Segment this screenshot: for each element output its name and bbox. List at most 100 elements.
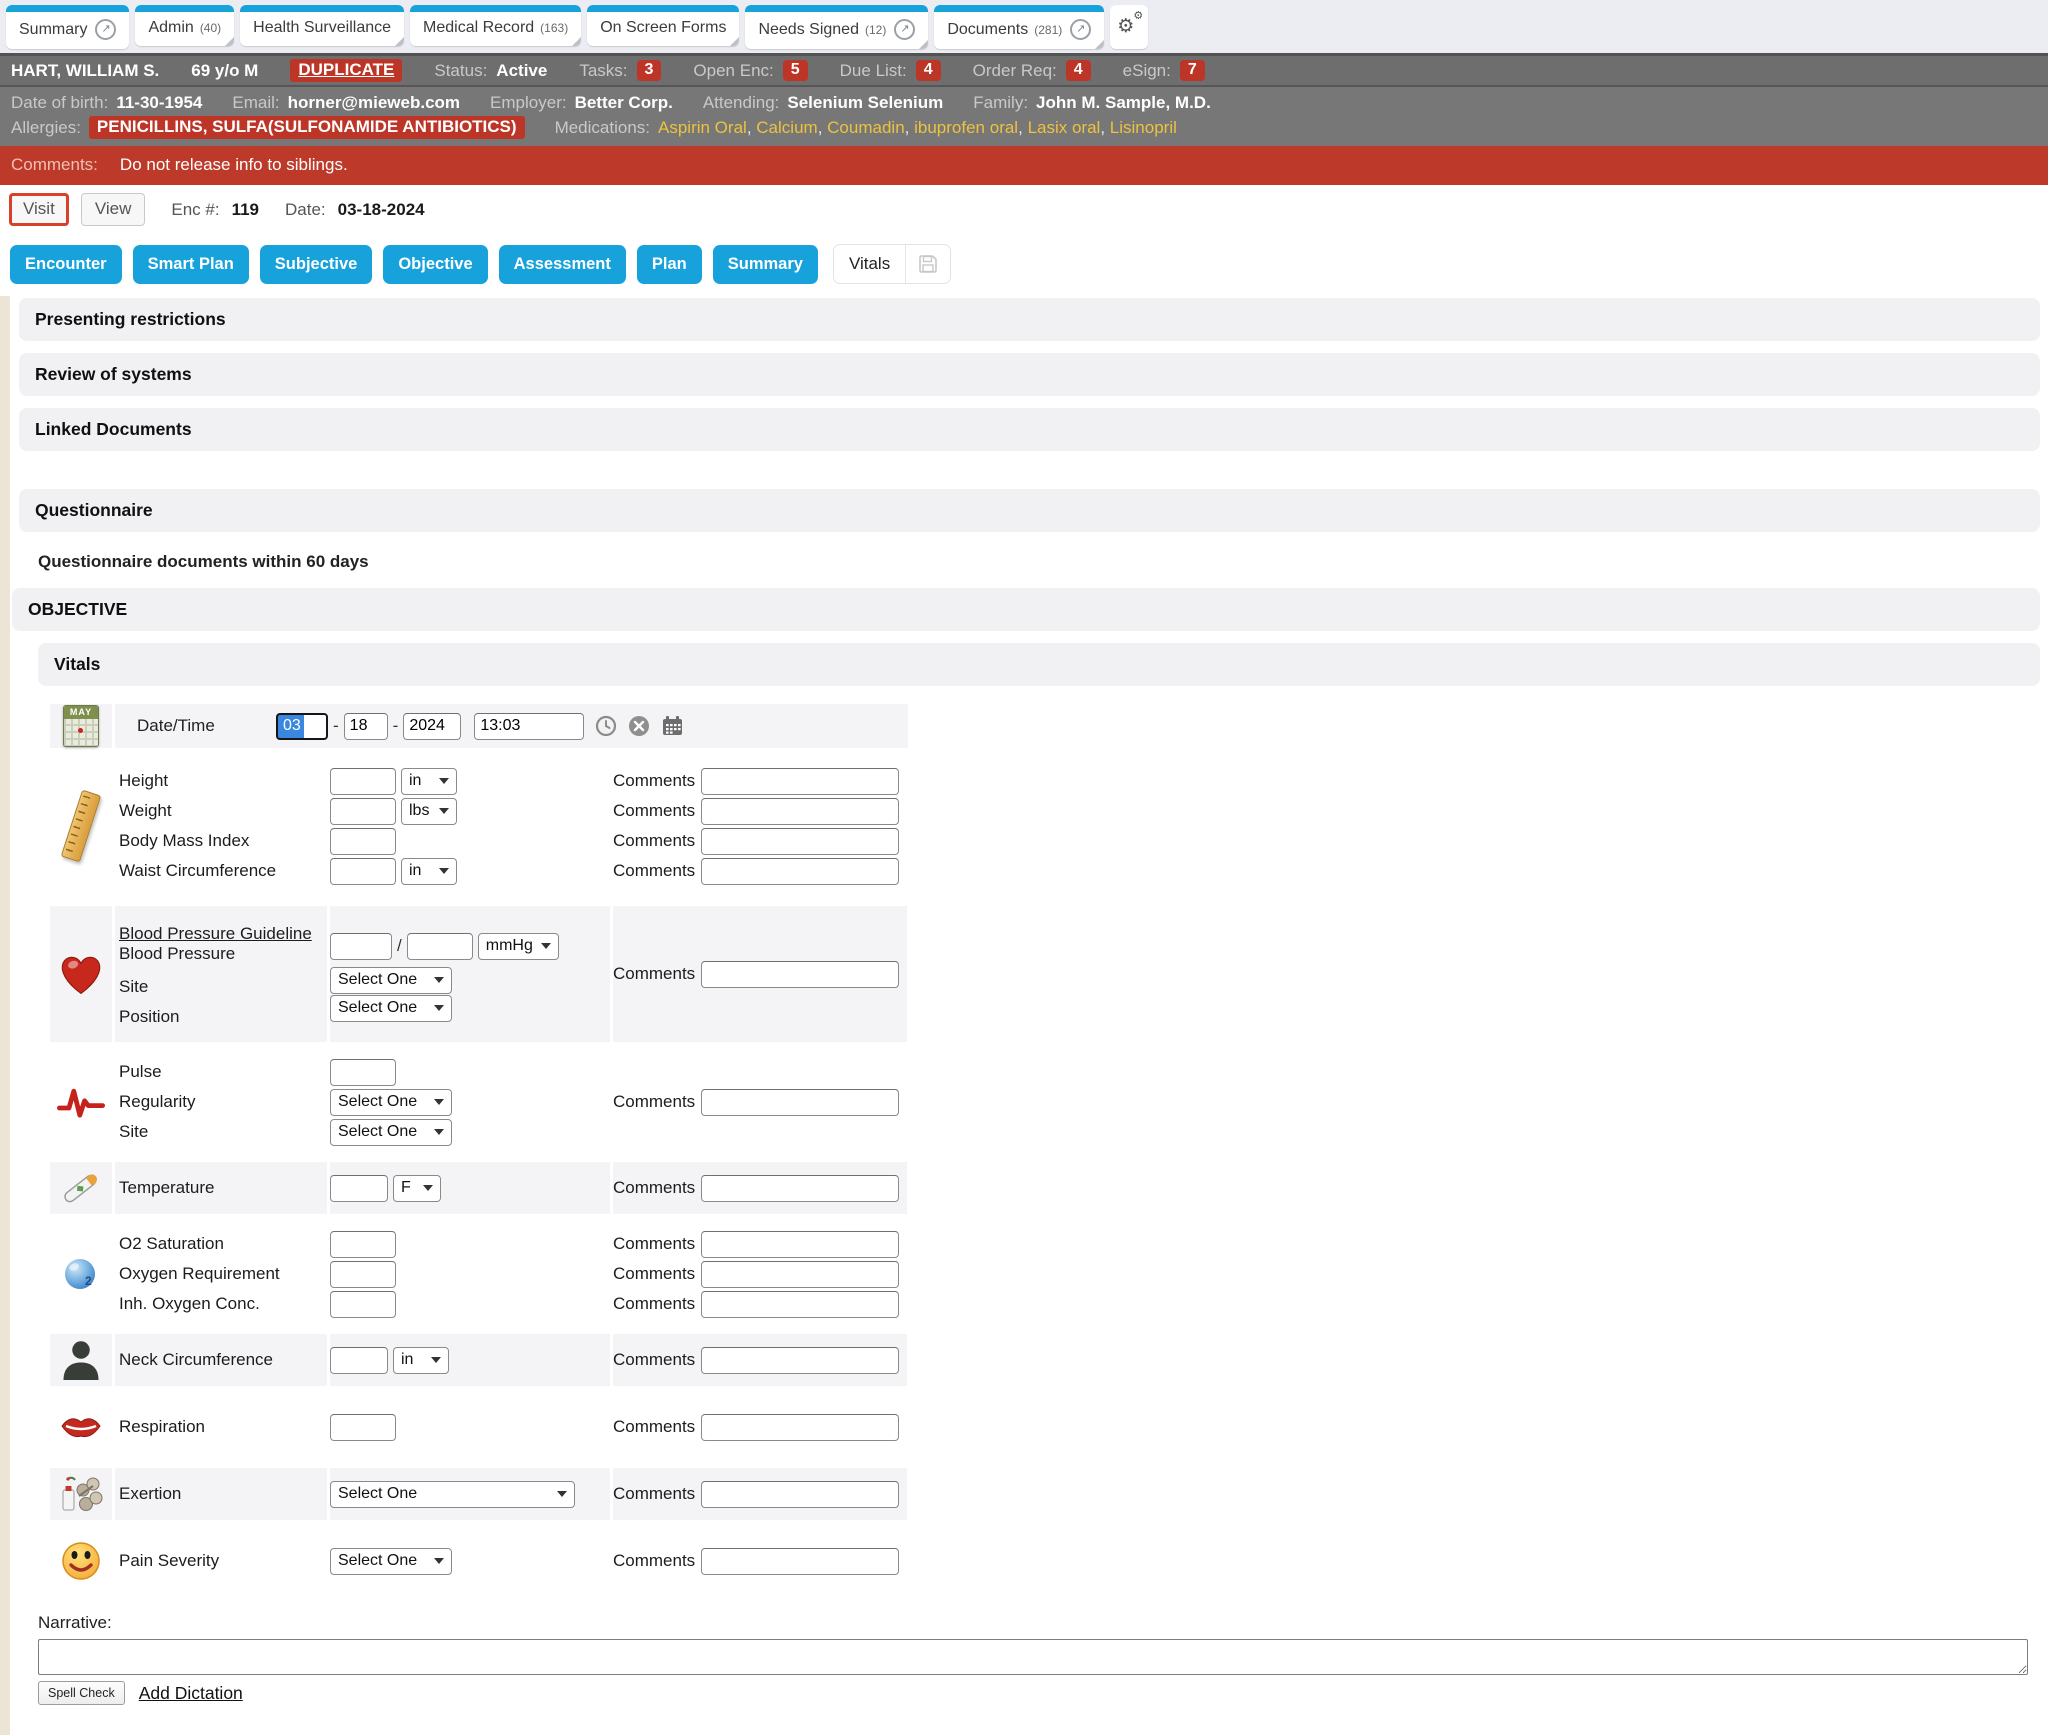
narrative-section: Narrative: Spell Check Add Dictation <box>38 1613 2040 1705</box>
exertion-comments-input[interactable] <box>701 1481 899 1508</box>
o2-saturation-comments-input[interactable] <box>701 1231 899 1258</box>
bp-diastolic-input[interactable] <box>407 933 473 960</box>
pulse-comments-input[interactable] <box>701 1089 899 1116</box>
section-objective[interactable]: OBJECTIVE <box>12 588 2040 631</box>
open-enc-count-badge[interactable]: 5 <box>783 60 808 81</box>
date-month-input[interactable] <box>276 713 328 740</box>
time-input[interactable] <box>474 713 584 740</box>
calendar-picker-icon[interactable] <box>661 715 684 737</box>
order-req-count-badge[interactable]: 4 <box>1066 60 1091 81</box>
pain-severity-select[interactable]: Select One <box>330 1548 452 1575</box>
current-form-chip: Vitals <box>833 244 951 284</box>
medication-link[interactable]: Calcium <box>756 118 817 137</box>
open-in-new-icon[interactable] <box>95 19 116 40</box>
neck-circumference-input[interactable] <box>330 1347 388 1374</box>
o2-saturation-input[interactable] <box>330 1231 396 1258</box>
allergies-badge[interactable]: PENICILLINS, SULFA(SULFONAMIDE ANTIBIOTI… <box>89 116 525 139</box>
bmi-input[interactable] <box>330 828 396 855</box>
tab-documents[interactable]: Documents (281) <box>934 5 1104 49</box>
bp-unit-select[interactable]: mmHg <box>478 933 559 960</box>
weight-comments-input[interactable] <box>701 798 899 825</box>
allergies-label: Allergies: <box>11 118 81 138</box>
tab-on-screen-forms[interactable]: On Screen Forms <box>587 5 739 46</box>
bp-comments-input[interactable] <box>701 961 899 988</box>
height-unit-select[interactable]: in <box>401 768 457 795</box>
vitals-form: MAY Date/Time - - <box>50 704 908 1587</box>
neck-unit-select[interactable]: in <box>393 1347 449 1374</box>
tasks-count-badge[interactable]: 3 <box>637 60 662 81</box>
questionnaire-docs-note: Questionnaire documents within 60 days <box>38 552 2040 572</box>
tab-summary[interactable]: Summary <box>6 5 129 49</box>
narrative-label: Narrative: <box>38 1613 2040 1633</box>
medication-link[interactable]: Lisinopril <box>1110 118 1177 137</box>
tab-label: Needs Signed <box>758 21 859 39</box>
neck-comments-input[interactable] <box>701 1347 899 1374</box>
medication-link[interactable]: Coumadin <box>827 118 905 137</box>
tab-needs-signed[interactable]: Needs Signed (12) <box>745 5 928 49</box>
section-presenting-restrictions[interactable]: Presenting restrictions <box>19 298 2040 341</box>
settings-gear-icon[interactable] <box>1110 5 1148 49</box>
temperature-input[interactable] <box>330 1175 388 1202</box>
tab-health-surveillance[interactable]: Health Surveillance <box>240 5 404 46</box>
pulse-regularity-select[interactable]: Select One <box>330 1089 452 1116</box>
inh-oxygen-conc-comments-input[interactable] <box>701 1291 899 1318</box>
bp-guideline-link[interactable]: Blood Pressure Guideline <box>119 924 312 944</box>
waist-input[interactable] <box>330 858 396 885</box>
smart-plan-button[interactable]: Smart Plan <box>133 245 249 284</box>
clear-datetime-icon[interactable] <box>628 715 650 737</box>
bmi-comments-input[interactable] <box>701 828 899 855</box>
medication-link[interactable]: ibuprofen oral <box>914 118 1018 137</box>
medication-link[interactable]: Aspirin Oral <box>658 118 747 137</box>
plan-button[interactable]: Plan <box>637 245 702 284</box>
respiration-input[interactable] <box>330 1414 396 1441</box>
pain-comments-input[interactable] <box>701 1548 899 1575</box>
oxygen-requirement-comments-input[interactable] <box>701 1261 899 1288</box>
respiration-comments-input[interactable] <box>701 1414 899 1441</box>
tab-medical-record[interactable]: Medical Record (163) <box>410 5 581 46</box>
pulse-site-select[interactable]: Select One <box>330 1119 452 1146</box>
oxygen-requirement-input[interactable] <box>330 1261 396 1288</box>
set-current-time-icon[interactable] <box>595 715 617 737</box>
encounter-button[interactable]: Encounter <box>10 245 122 284</box>
medication-link[interactable]: Lasix oral <box>1028 118 1101 137</box>
duplicate-badge[interactable]: DUPLICATE <box>290 59 402 82</box>
section-review-of-systems[interactable]: Review of systems <box>19 353 2040 396</box>
height-input[interactable] <box>330 768 396 795</box>
add-dictation-link[interactable]: Add Dictation <box>139 1683 243 1704</box>
waist-comments-input[interactable] <box>701 858 899 885</box>
temperature-comments-input[interactable] <box>701 1175 899 1202</box>
inh-oxygen-conc-input[interactable] <box>330 1291 396 1318</box>
bp-position-select[interactable]: Select One <box>330 995 452 1022</box>
date-day-input[interactable] <box>344 713 388 740</box>
weight-input[interactable] <box>330 798 396 825</box>
save-icon[interactable] <box>906 246 950 282</box>
subjective-button[interactable]: Subjective <box>260 245 373 284</box>
visit-tab-button[interactable]: Visit <box>9 193 69 226</box>
tab-admin[interactable]: Admin (40) <box>135 5 234 46</box>
summary-button[interactable]: Summary <box>713 245 818 284</box>
esign-count-badge[interactable]: 7 <box>1180 60 1205 81</box>
temperature-unit-select[interactable]: F <box>393 1175 441 1202</box>
due-list-count-badge[interactable]: 4 <box>916 60 941 81</box>
bp-systolic-input[interactable] <box>330 933 392 960</box>
open-in-new-icon[interactable] <box>1070 19 1091 40</box>
open-in-new-icon[interactable] <box>894 19 915 40</box>
spell-check-button[interactable]: Spell Check <box>38 1681 125 1705</box>
tab-count: (281) <box>1034 23 1062 37</box>
height-comments-input[interactable] <box>701 768 899 795</box>
section-questionnaire[interactable]: Questionnaire <box>19 489 2040 532</box>
narrative-textarea[interactable] <box>38 1639 2028 1675</box>
view-tab-button[interactable]: View <box>81 193 146 226</box>
mouth-icon <box>50 1401 112 1453</box>
section-linked-documents[interactable]: Linked Documents <box>19 408 2040 451</box>
waist-unit-select[interactable]: in <box>401 858 457 885</box>
exertion-select[interactable]: Select One <box>330 1481 575 1508</box>
objective-button[interactable]: Objective <box>383 245 487 284</box>
comments-banner-text: Do not release info to siblings. <box>120 155 348 175</box>
bp-site-select[interactable]: Select One <box>330 967 452 994</box>
date-year-input[interactable] <box>403 713 461 740</box>
section-vitals[interactable]: Vitals <box>38 643 2040 686</box>
weight-unit-select[interactable]: lbs <box>401 798 457 825</box>
assessment-button[interactable]: Assessment <box>499 245 626 284</box>
pulse-input[interactable] <box>330 1059 396 1086</box>
